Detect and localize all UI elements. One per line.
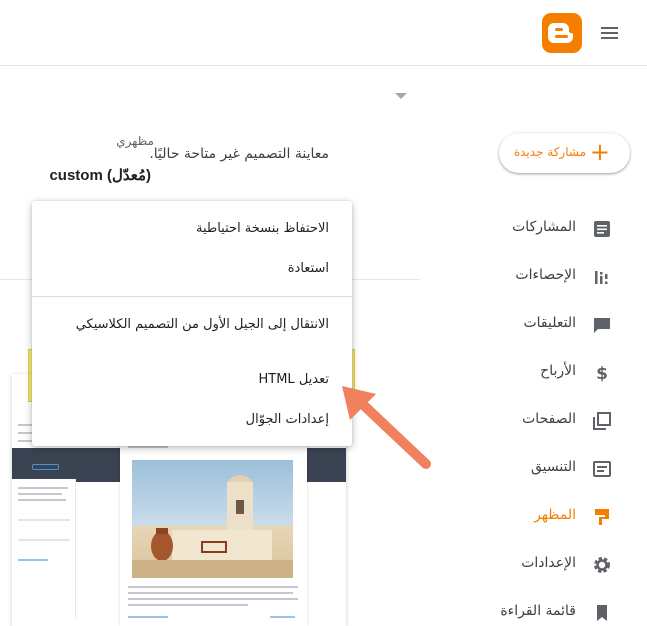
theme-name: custom (مُعدّل) (49, 167, 151, 184)
preview-post-image (132, 460, 293, 578)
sidebar-item-label: قائمة القراءة (500, 603, 576, 619)
sidebar-item-earnings[interactable]: $ الأرباح (420, 353, 647, 393)
theme-brush-icon (592, 507, 612, 527)
menu-item-backup[interactable]: الاحتفاظ بنسخة احتياطية (32, 209, 352, 249)
gear-icon (592, 555, 612, 575)
new-post-label: مشاركة جديدة (513, 145, 586, 159)
theme-options-menu: الاحتفاظ بنسخة احتياطية استعادة الانتقال… (32, 201, 352, 446)
preview-button (32, 464, 59, 470)
sidebar-item-settings[interactable]: الإعدادات (420, 545, 647, 585)
sidebar-item-label: المظهر (534, 507, 576, 523)
comments-icon (592, 315, 612, 335)
stats-icon (592, 267, 612, 287)
pages-icon (592, 411, 612, 431)
sidebar-item-theme[interactable]: المظهر (420, 497, 647, 537)
pointer-arrow-icon (342, 386, 431, 469)
sidebar-item-stats[interactable]: الإحصاءات (420, 257, 647, 297)
posts-icon (592, 219, 612, 239)
sidebar-item-label: الصفحات (522, 411, 576, 427)
sidebar-item-label: التعليقات (523, 315, 576, 331)
dollar-icon: $ (592, 363, 612, 384)
menu-divider (32, 296, 352, 297)
menu-item-edit-html[interactable]: تعديل HTML (32, 360, 352, 400)
theme-section-label: مظهري (116, 134, 154, 148)
sidebar-item-label: التنسيق (531, 459, 576, 475)
preview-unavailable-text: معاينة التصميم غير متاحة حاليًا. (149, 146, 329, 162)
sidebar-item-label: الأرباح (540, 363, 576, 379)
plus-icon: + (589, 138, 610, 166)
sidebar-item-comments[interactable]: التعليقات (420, 305, 647, 345)
hamburger-menu-icon[interactable] (599, 24, 621, 42)
sidebar-item-posts[interactable]: المشاركات (420, 209, 647, 249)
menu-item-classic-theme[interactable]: الانتقال إلى الجيل الأول من التصميم الكل… (32, 305, 352, 345)
bookmark-icon (592, 603, 612, 623)
menu-item-mobile-settings[interactable]: إعدادات الجوّال (32, 400, 352, 440)
sidebar-item-label: المشاركات (512, 219, 576, 235)
new-post-button[interactable]: + مشاركة جديدة (499, 133, 630, 173)
chevron-down-icon[interactable] (395, 93, 407, 99)
preview-sidebar (12, 479, 76, 619)
sidebar-item-layout[interactable]: التنسيق (420, 449, 647, 489)
blogger-logo-icon[interactable] (542, 13, 582, 53)
sidebar-item-reading-list[interactable]: قائمة القراءة (420, 593, 647, 626)
svg-text:$: $ (596, 364, 608, 383)
menu-item-restore[interactable]: استعادة (32, 249, 352, 289)
top-app-bar (0, 0, 647, 66)
sidebar-item-pages[interactable]: الصفحات (420, 401, 647, 441)
sidebar-item-label: الإعدادات (521, 555, 576, 571)
sidebar-item-label: الإحصاءات (515, 267, 576, 283)
layout-icon (592, 459, 612, 479)
